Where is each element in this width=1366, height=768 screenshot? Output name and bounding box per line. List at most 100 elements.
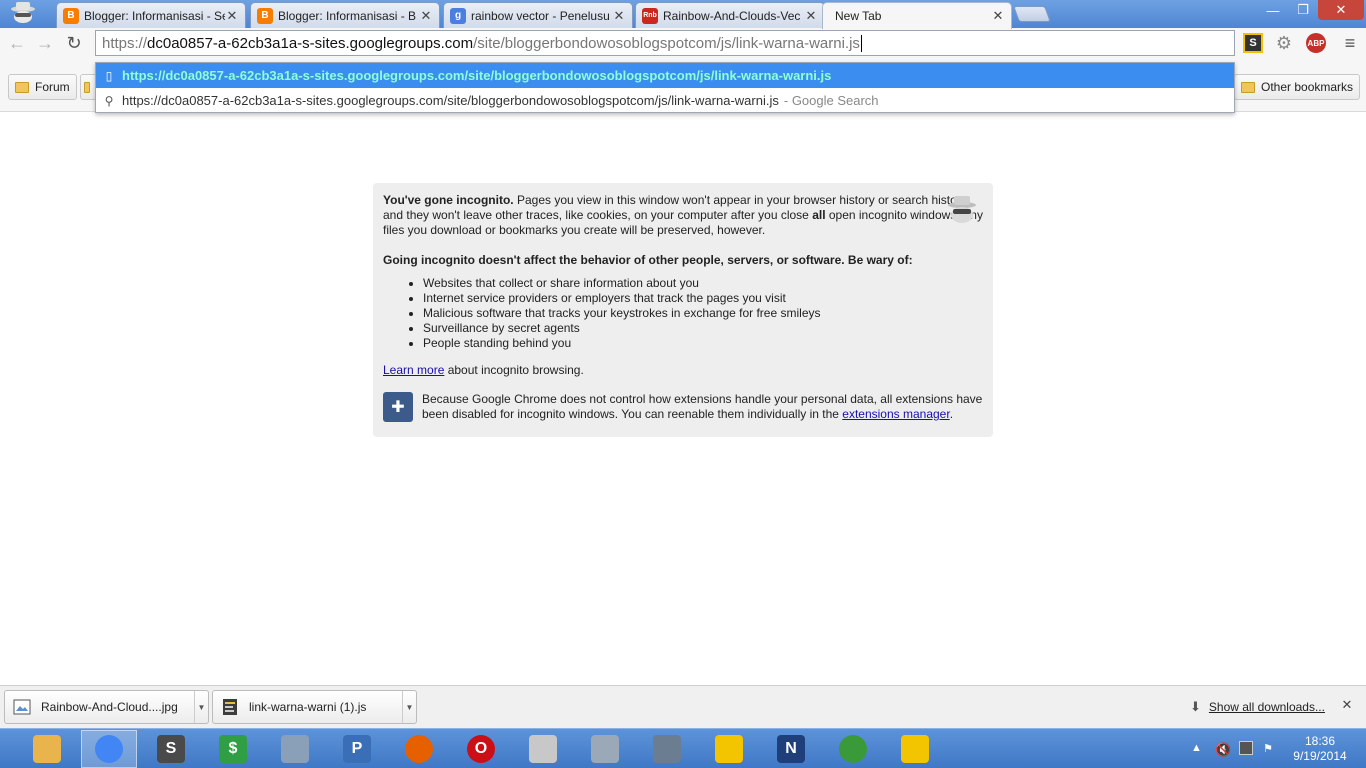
incognito-warning: Going incognito doesn't affect the behav…	[383, 253, 913, 267]
taskbar-idm-app-button[interactable]	[825, 730, 881, 768]
incognito-info-panel: You've gone incognito. Pages you view in…	[373, 183, 993, 437]
suggestion-suffix: - Google Search	[783, 93, 879, 108]
tab-title: New Tab	[835, 9, 882, 23]
download-item[interactable]: Rainbow-And-Cloud....jpg ▼	[4, 690, 209, 724]
download-item[interactable]: link-warna-warni (1).js ▼	[212, 690, 417, 724]
list-item: Websites that collect or share informati…	[423, 276, 983, 291]
file-explorer-icon	[33, 735, 61, 763]
taskbar-notepad-n-button[interactable]: N	[763, 730, 819, 768]
gear-icon[interactable]: ⚙	[1274, 33, 1294, 53]
blogger-icon: B	[257, 7, 273, 24]
list-item: Surveillance by secret agents	[423, 321, 983, 336]
tab-close-icon[interactable]: ✕	[225, 8, 239, 24]
address-bar[interactable]: https://dc0a0857-a-62cb3a1a-s-sites.goog…	[95, 30, 1235, 56]
tab-close-icon[interactable]: ✕	[991, 8, 1005, 24]
back-button[interactable]: ←	[6, 32, 28, 54]
network-icon[interactable]	[1239, 741, 1253, 755]
tab-2[interactable]: B Blogger: Informanisasi - B ✕	[250, 2, 440, 28]
tab-title: Blogger: Informanisasi - Se	[84, 8, 225, 23]
taskbar-paint-app-button[interactable]	[701, 730, 757, 768]
tab-new-tab[interactable]: New Tab ✕	[822, 2, 1012, 29]
taskbar-loader-app-button[interactable]	[639, 730, 695, 768]
url-path: /site/bloggerbondowosoblogspotcom/js/lin…	[473, 34, 860, 52]
incognito-intro-all: all	[812, 208, 826, 222]
minimize-button[interactable]: —	[1260, 0, 1286, 20]
taskbar-chrome-button[interactable]	[81, 730, 137, 768]
tab-1[interactable]: B Blogger: Informanisasi - Se ✕	[56, 2, 246, 28]
taskbar-paint-app-2-button[interactable]	[887, 730, 943, 768]
list-item: Internet service providers or employers …	[423, 291, 983, 306]
suggestion-url[interactable]: ▯ https://dc0a0857-a-62cb3a1a-s-sites.go…	[96, 63, 1234, 88]
close-downloads-shelf-button[interactable]: ✕	[1340, 697, 1354, 713]
downloads-shelf: Rainbow-And-Cloud....jpg ▼ link-warna-wa…	[0, 685, 1366, 728]
clock-date: 9/19/2014	[1293, 749, 1347, 763]
reload-button[interactable]: ↻	[63, 32, 85, 54]
taskbar-firefox-button[interactable]	[391, 730, 447, 768]
incognito-intro: You've gone incognito. Pages you view in…	[383, 193, 983, 238]
taskbar-opera-button[interactable]: O	[453, 730, 509, 768]
tab-close-icon[interactable]: ✕	[612, 8, 626, 24]
notepad-n-icon: N	[777, 735, 805, 763]
download-filename: Rainbow-And-Cloud....jpg	[41, 700, 178, 714]
taskbar-sublime-text-button[interactable]: S	[143, 730, 199, 768]
learn-more-link[interactable]: Learn more	[383, 363, 444, 377]
clock[interactable]: 18:36 9/19/2014	[1285, 734, 1355, 764]
show-all-downloads[interactable]: ⬇ Show all downloads...	[1190, 699, 1325, 715]
image-file-icon	[13, 699, 31, 715]
speaker-muted-icon[interactable]: 🔇	[1215, 742, 1231, 758]
suggestion-search[interactable]: ⚲ https://dc0a0857-a-62cb3a1a-s-sites.go…	[96, 88, 1234, 113]
rainbow-image-icon: Rnb	[642, 7, 658, 24]
close-window-button[interactable]: ✕	[1318, 0, 1364, 20]
tab-close-icon[interactable]: ✕	[419, 8, 433, 24]
bookmark-forum[interactable]: Forum	[8, 74, 77, 100]
chrome-icon	[95, 735, 123, 763]
extensions-manager-link[interactable]: extensions manager	[842, 407, 949, 421]
show-all-downloads-link[interactable]: Show all downloads...	[1209, 700, 1325, 714]
google-icon: g	[450, 7, 466, 24]
download-menu-button[interactable]: ▼	[402, 691, 416, 723]
sublime-extension-icon[interactable]: S	[1243, 33, 1263, 53]
suggestion-text: https://dc0a0857-a-62cb3a1a-s-sites.goog…	[122, 93, 779, 108]
taskbar-tools-app-button[interactable]	[577, 730, 633, 768]
folder-icon	[84, 81, 90, 93]
incognito-avatar-icon	[11, 2, 35, 23]
taskbar-net-app-button[interactable]: P	[329, 730, 385, 768]
new-tab-button[interactable]	[1013, 6, 1051, 22]
puzzle-piece-icon: ✚	[383, 392, 413, 422]
loader-app-icon	[653, 735, 681, 763]
tab-close-icon[interactable]: ✕	[804, 8, 818, 24]
tab-3[interactable]: g rainbow vector - Penelusu ✕	[443, 2, 633, 28]
incognito-spy-icon	[948, 196, 976, 223]
idm-app-icon	[839, 735, 867, 763]
bookmark-other[interactable]: Other bookmarks	[1234, 74, 1361, 100]
folder-icon	[1241, 81, 1255, 93]
bookmark-label: Forum	[35, 80, 70, 94]
tab-title: rainbow vector - Penelusu	[471, 8, 610, 23]
money-app-icon: $	[219, 735, 247, 763]
monitor-app-icon	[281, 735, 309, 763]
firefox-icon	[405, 735, 433, 763]
system-tray: ▲ 🔇 ⚑ 18:36 9/19/2014	[1185, 729, 1366, 768]
chrome-menu-icon[interactable]: ≡	[1340, 33, 1360, 53]
omnibox-suggestions: ▯ https://dc0a0857-a-62cb3a1a-s-sites.go…	[95, 62, 1235, 113]
script-file-icon	[223, 699, 237, 715]
show-hidden-icons-chevron[interactable]: ▲	[1191, 742, 1202, 754]
taskbar-device-app-button[interactable]	[515, 730, 571, 768]
windows-taskbar: S $ P O N ▲ 🔇 ⚑ 18:36 9/19/2014	[0, 728, 1366, 768]
maximize-button[interactable]: ❐	[1290, 0, 1316, 20]
title-bar: B Blogger: Informanisasi - Se ✕ B Blogge…	[0, 0, 1366, 29]
page-icon: ▯	[105, 68, 113, 83]
folder-icon	[15, 81, 29, 93]
taskbar-money-app-button[interactable]: $	[205, 730, 261, 768]
opera-icon: O	[467, 735, 495, 763]
bookmark-label: Other bookmarks	[1261, 80, 1354, 94]
tab-4[interactable]: Rnb Rainbow-And-Clouds-Vec ✕	[635, 2, 825, 28]
extensions-notice-end: .	[949, 407, 954, 421]
taskbar-monitor-app-button[interactable]	[267, 730, 323, 768]
action-center-icon[interactable]: ⚑	[1263, 742, 1273, 755]
sublime-text-icon: S	[157, 735, 185, 763]
forward-button[interactable]: →	[34, 32, 56, 54]
download-menu-button[interactable]: ▼	[194, 691, 208, 723]
adblock-plus-icon[interactable]: ABP	[1306, 33, 1326, 53]
taskbar-file-explorer-button[interactable]	[19, 730, 75, 768]
